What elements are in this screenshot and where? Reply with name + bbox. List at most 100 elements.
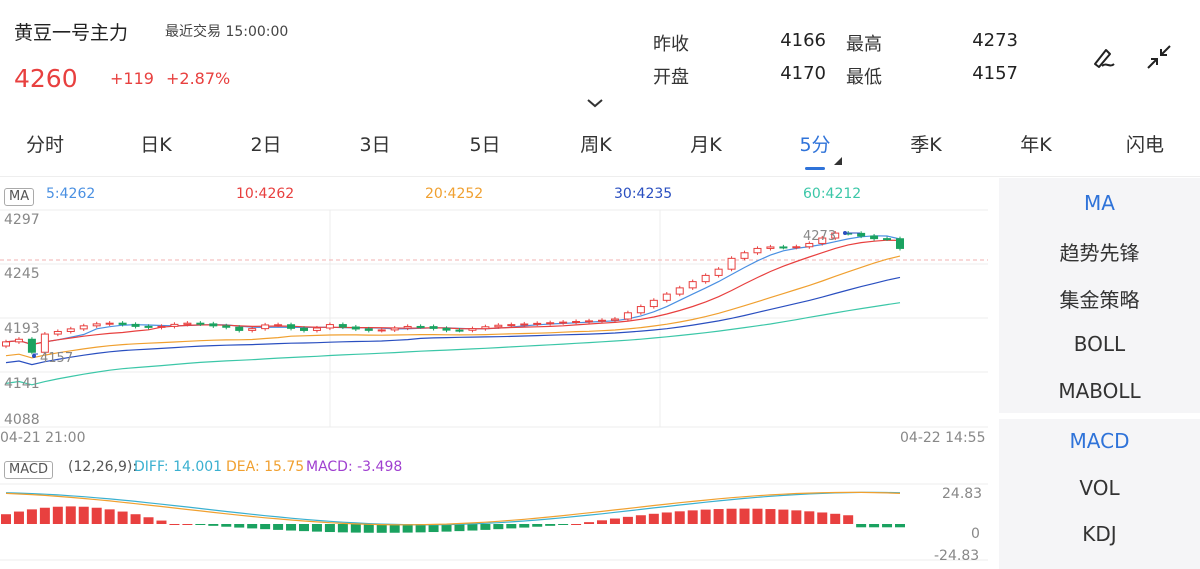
price-change-percent: +2.87%: [166, 69, 231, 88]
macd-bar: [480, 524, 491, 530]
sidebar-item-vol[interactable]: VOL: [999, 476, 1200, 500]
time-axis-start: 04-21 21:00: [0, 430, 86, 446]
macd-bar: [739, 508, 750, 524]
draw-pen-icon[interactable]: [1090, 44, 1116, 70]
candle: [14, 338, 23, 343]
price-axis-label-3: 4193: [4, 321, 40, 337]
candle: [870, 235, 879, 240]
sidebar-item-maboll[interactable]: MABOLL: [999, 379, 1200, 403]
candle: [144, 325, 153, 328]
macd-bar: [78, 506, 89, 524]
candle: [727, 257, 736, 270]
candle: [429, 326, 438, 329]
candle: [442, 327, 451, 331]
price-axis-label-2: 4245: [4, 266, 40, 282]
shrink-icon[interactable]: [1146, 44, 1172, 70]
tab-flash[interactable]: 闪电: [1105, 130, 1185, 157]
macd-bar: [895, 524, 905, 528]
macd-bar: [169, 524, 180, 525]
current-price: 4260: [14, 64, 78, 93]
candle: [183, 322, 192, 325]
candle: [468, 328, 477, 331]
macd-bar: [26, 509, 37, 524]
divider: [0, 176, 1200, 177]
candle: [40, 333, 49, 353]
macd-axis-mid: 0: [971, 526, 980, 542]
macd-bar: [208, 524, 219, 526]
kline-chart[interactable]: 4273 4157 4297 4245 4193 4141 4088: [0, 206, 990, 431]
candle: [455, 329, 464, 332]
low-annotation: 4157: [40, 351, 73, 366]
sidebar-item-macd[interactable]: MACD: [999, 429, 1200, 453]
candle: [92, 323, 101, 327]
sidebar-item-boll[interactable]: BOLL: [999, 332, 1200, 356]
macd-bar: [687, 510, 698, 524]
sidebar-item-kdj[interactable]: KDJ: [999, 522, 1200, 546]
sidebar-item-ma[interactable]: MA: [999, 191, 1200, 215]
candle: [520, 323, 529, 326]
macd-bar: [130, 514, 141, 524]
high-annotation: 4273: [803, 229, 836, 244]
time-axis-end: 04-22 14:55: [900, 430, 986, 446]
macd-bar: [713, 509, 724, 524]
candle: [27, 338, 36, 353]
macd-bar: [778, 509, 789, 524]
tab-5-minute[interactable]: 5分: [775, 130, 855, 157]
candle: [481, 326, 490, 330]
candle: [662, 293, 671, 301]
macd-bar: [804, 511, 815, 524]
candle: [636, 306, 645, 314]
macd-bar: [519, 524, 530, 528]
ma-line: [5, 276, 901, 366]
tab-3-day[interactable]: 3日: [335, 130, 415, 157]
price-axis-label-5: 4088: [4, 412, 40, 428]
last-trade-label: 最近交易: [165, 24, 221, 40]
tab-5-day[interactable]: 5日: [445, 130, 525, 157]
candle: [196, 322, 205, 325]
macd-bar: [752, 508, 763, 524]
ma-line: [5, 255, 901, 359]
active-tab-indicator: [805, 167, 825, 170]
tab-quarterly-k[interactable]: 季K: [886, 130, 966, 157]
expand-chevron-icon[interactable]: [586, 98, 604, 108]
candle: [792, 246, 801, 249]
macd-bar: [286, 524, 297, 531]
macd-bar: [247, 524, 258, 529]
tab-intraday[interactable]: 分时: [5, 130, 85, 157]
ma20-value: 20:4252: [425, 186, 484, 202]
candle: [2, 341, 10, 347]
macd-indicator-badge[interactable]: MACD: [4, 458, 53, 479]
tab-monthly-k[interactable]: 月K: [666, 130, 746, 157]
sidebar-item-trend-pioneer[interactable]: 趋势先锋: [999, 237, 1200, 266]
stat-open-label: 开盘: [653, 67, 689, 88]
candle: [572, 321, 581, 324]
tab-weekly-k[interactable]: 周K: [556, 130, 636, 157]
ma5-value: 5:4262: [46, 186, 96, 202]
candle: [312, 327, 321, 331]
macd-chart[interactable]: 24.83 0 -24.83: [0, 480, 990, 569]
macd-bar: [52, 506, 63, 524]
indicator-sidebar: MA 趋势先锋 集金策略 BOLL MABOLL MACD VOL KDJ: [999, 178, 1200, 569]
sidebar-item-gold-strategy[interactable]: 集金策略: [999, 284, 1200, 313]
macd-bar: [376, 524, 387, 533]
candle: [416, 325, 425, 328]
tab-daily-k[interactable]: 日K: [116, 130, 196, 157]
macd-bar: [869, 524, 880, 528]
futures-quote-screen: 黄豆一号主力 最近交易 15:00:00 4260 +119 +2.87% 昨收…: [0, 0, 1200, 569]
candle: [494, 324, 503, 328]
candle: [546, 322, 555, 325]
tab-yearly-k[interactable]: 年K: [996, 130, 1076, 157]
macd-bar: [454, 524, 465, 532]
ma-indicator-badge[interactable]: MA: [4, 185, 35, 206]
ma30-value: 30:4235: [614, 186, 673, 202]
macd-axis-top: 24.83: [942, 486, 982, 502]
candle: [623, 312, 632, 320]
macd-bar: [273, 524, 284, 530]
candle: [675, 287, 684, 295]
tab-dropdown-icon[interactable]: [834, 157, 842, 165]
macd-diff-value: DIFF: 14.001: [134, 459, 223, 475]
candle: [766, 246, 775, 249]
stat-low-label: 最低: [846, 67, 882, 88]
candle: [390, 327, 399, 331]
tab-2-day[interactable]: 2日: [226, 130, 306, 157]
